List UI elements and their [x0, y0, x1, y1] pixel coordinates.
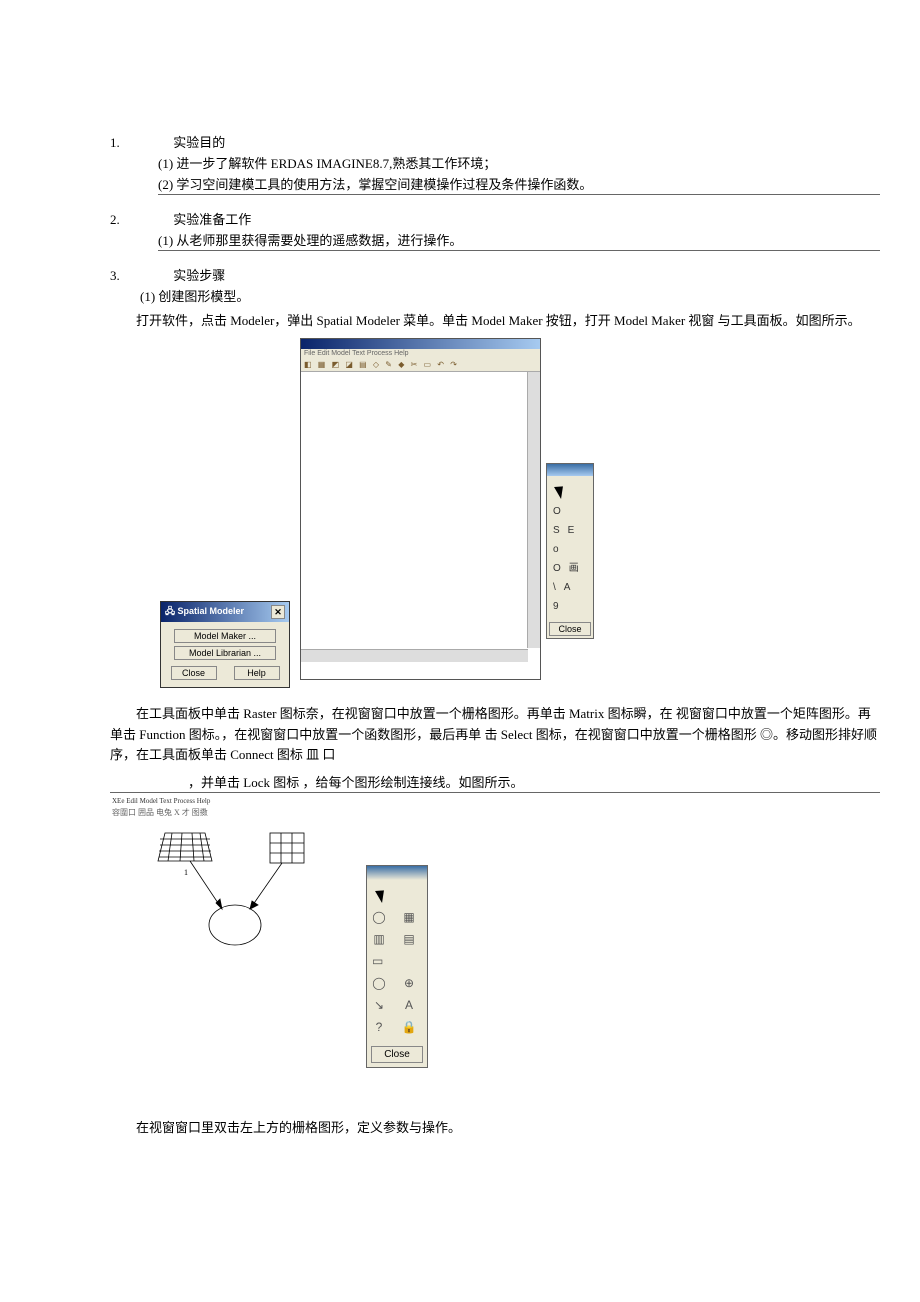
raster-tool-icon[interactable]: ◯ [370, 908, 388, 926]
tool-palette-2: ◯ ▦ ▥ ▤ ▭ ◯ ⊕ ↘ A ? 🔒 Close [366, 865, 428, 1068]
tool-icon[interactable]: \ [553, 578, 556, 597]
model-librarian-button[interactable]: Model Librarian ... [174, 646, 276, 660]
palette-titlebar[interactable] [547, 464, 593, 476]
tool-icon[interactable]: E [568, 521, 575, 540]
close-button[interactable]: Close [171, 666, 217, 680]
item-text: 进一步了解软件 ERDAS IMAGINE8.7,熟悉其工作环境； [176, 156, 496, 171]
lock-tool-icon[interactable]: 🔒 [400, 1018, 418, 1036]
section-2-heading: 2. 实验准备工作 [110, 209, 880, 228]
item-label: (1) [140, 289, 155, 305]
section-1-title: 实验目的 [173, 135, 225, 150]
tool-icon[interactable]: A [564, 578, 571, 597]
section-1-heading: 1. 实验目的 [110, 132, 880, 151]
item-label: (2) [158, 177, 173, 193]
tool-palette: O SE o O画 \A 9 Close [546, 463, 594, 639]
section-2-num: 2. [110, 212, 170, 228]
screenshot-2: XEe Edil Model Text Process Help 容圍口 囲品 … [110, 797, 880, 1112]
shot2-toolbar[interactable]: 容圍口 囲品 电兔 X 才 图擞 [112, 807, 880, 818]
raster-shape-icon [158, 833, 212, 861]
tool-icon[interactable]: O [553, 559, 561, 578]
circle-tool-icon[interactable]: ◯ [370, 974, 388, 992]
target-tool-icon[interactable]: ⊕ [400, 974, 418, 992]
window-toolbar[interactable]: ◧ ▦ ◩ ◪ ▤ ◇ ✎ ◆ ✂ ▭ ↶ ↷ [301, 358, 540, 372]
palette-close-button[interactable]: Close [371, 1046, 423, 1063]
para-2: 在工具面板中单击 Raster 图标奈，在视窗窗口中放置一个栅格图形。再单击 M… [110, 704, 880, 766]
rect-tool-icon[interactable]: ▭ [370, 952, 390, 970]
table-tool-icon[interactable]: ▤ [400, 930, 418, 948]
section-2-title: 实验准备工作 [173, 212, 251, 227]
matrix-tool-icon[interactable]: ▦ [400, 908, 418, 926]
model-diagram: 1 [150, 827, 350, 967]
close-icon[interactable]: ✕ [271, 605, 285, 619]
screenshot-1: 🖧 Spatial Modeler ✕ Model Maker ... Mode… [160, 338, 880, 688]
vertical-scrollbar[interactable] [527, 372, 540, 648]
tool-icon[interactable]: 9 [553, 597, 559, 616]
section-2-item-1: (1) 从老师那里获得需要处理的遥感数据，进行操作。 [158, 230, 880, 251]
tool-icon[interactable]: O [553, 502, 561, 521]
section-3-title: 实验步骤 [173, 268, 225, 283]
cursor-icon[interactable] [375, 887, 389, 903]
item-text: 创建图形模型。 [158, 289, 249, 304]
connector-lines [190, 861, 282, 909]
model-maker-button[interactable]: Model Maker ... [174, 629, 276, 643]
para-3: 在视窗窗口里双击左上方的栅格图形，定义参数与操作。 [110, 1118, 880, 1139]
item-label: (1) [158, 233, 173, 249]
item-text: 从老师那里获得需要处理的遥感数据，进行操作。 [176, 233, 462, 248]
shot2-menubar[interactable]: XEe Edil Model Text Process Help [112, 797, 880, 805]
horizontal-scrollbar[interactable] [301, 649, 528, 662]
dialog-titlebar[interactable]: 🖧 Spatial Modeler ✕ [161, 602, 289, 622]
grid-tool-icon[interactable]: ▥ [370, 930, 388, 948]
para-2b: ，并单击 Lock 图标 ，给每个图形绘制连接线。如图所示。 [110, 772, 880, 793]
section-3-num: 3. [110, 268, 170, 284]
text-tool-icon[interactable]: A [400, 996, 418, 1014]
dialog-title: 🖧 Spatial Modeler [165, 604, 244, 620]
tool-icon[interactable]: 画 [569, 559, 579, 578]
section-1-num: 1. [110, 135, 170, 151]
section-1-item-1: (1) 进一步了解软件 ERDAS IMAGINE8.7,熟悉其工作环境； [158, 153, 880, 172]
function-shape-icon [209, 905, 261, 945]
help-tool-icon[interactable]: ? [370, 1018, 388, 1036]
palette-close-button[interactable]: Close [549, 622, 591, 636]
tool-icon[interactable]: S [553, 521, 560, 540]
section-3-heading: 3. 实验步骤 [110, 265, 880, 284]
cursor-icon[interactable] [554, 483, 568, 499]
item-text: 学习空间建模工具的使用方法，掌握空间建模操作过程及条件操作函数。 [176, 177, 592, 192]
tool-icon[interactable]: o [553, 540, 559, 559]
help-button[interactable]: Help [234, 666, 280, 680]
label-1: 1 [184, 868, 188, 877]
model-maker-window: File Edit Model Text Process Help ◧ ▦ ◩ … [300, 338, 541, 680]
spatial-modeler-dialog: 🖧 Spatial Modeler ✕ Model Maker ... Mode… [160, 601, 290, 688]
item-label: (1) [158, 156, 173, 172]
canvas-area[interactable] [301, 372, 540, 662]
palette-titlebar[interactable] [367, 866, 427, 880]
window-titlebar[interactable] [301, 339, 540, 349]
dialog-body: Model Maker ... Model Librarian ... Clos… [161, 622, 289, 687]
window-menubar[interactable]: File Edit Model Text Process Help [301, 349, 540, 358]
section-3-item-1: (1) 创建图形模型。 [140, 286, 880, 305]
connect-tool-icon[interactable]: ↘ [370, 996, 388, 1014]
section-3-para-1: 打开软件，点击 Modeler，弹出 Spatial Modeler 菜单。单击… [110, 311, 880, 332]
section-1-item-2: (2) 学习空间建模工具的使用方法，掌握空间建模操作过程及条件操作函数。 [158, 174, 880, 195]
matrix-shape-icon [270, 833, 304, 863]
